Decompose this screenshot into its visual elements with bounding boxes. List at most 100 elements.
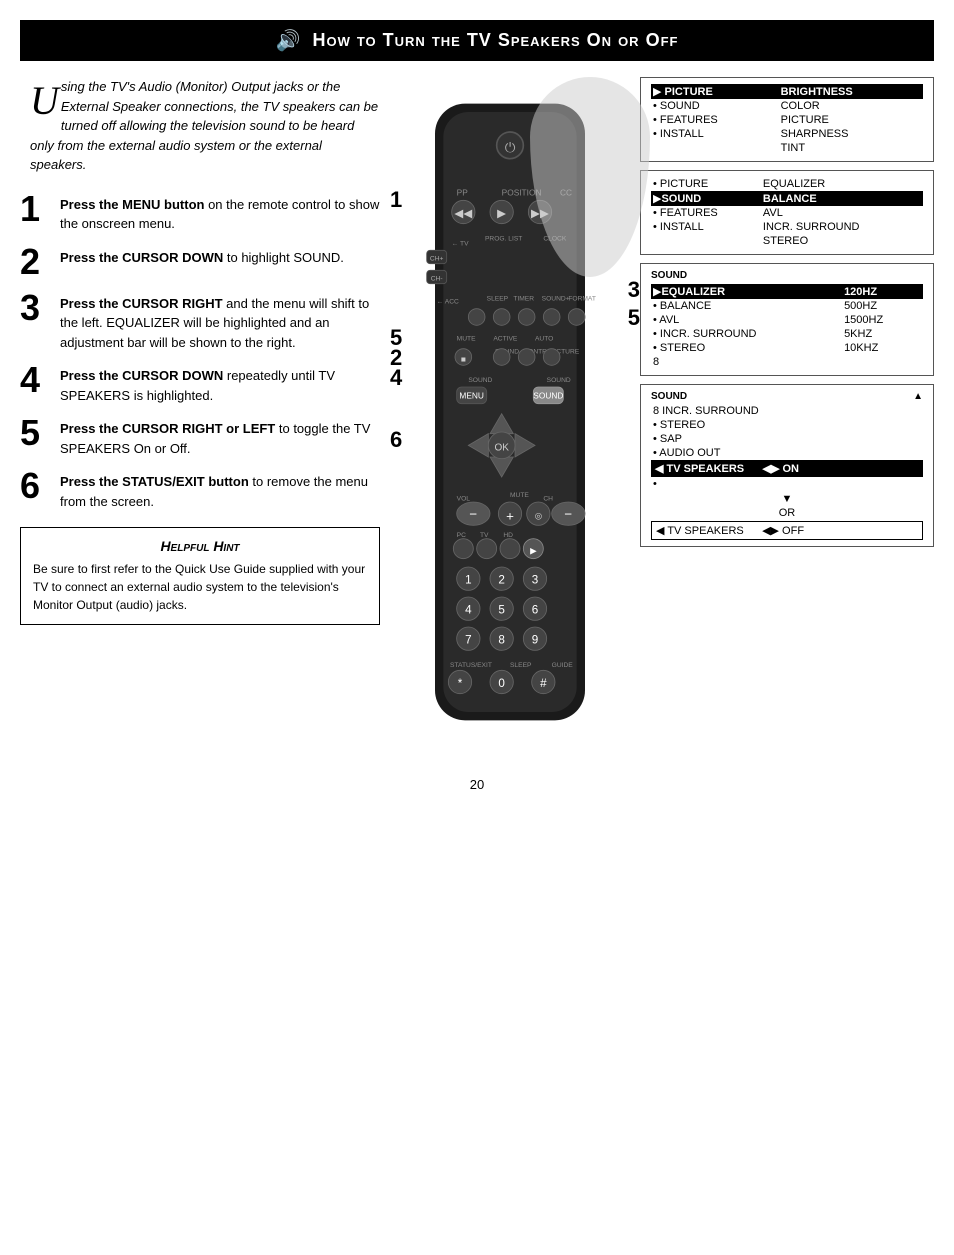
svg-text:SLEEP: SLEEP <box>487 295 509 302</box>
page-number: 20 <box>0 777 954 812</box>
menu-screen-2: • PICTURE EQUALIZER ▶SOUND BALANCE • FEA… <box>640 170 934 255</box>
menu-screen-4: SOUND ▲ 8 INCR. SURROUND • STEREO • SAP … <box>640 384 934 547</box>
step-label-6: 6 <box>390 427 402 453</box>
menu2-row-picture: • PICTURE EQUALIZER <box>651 177 923 191</box>
remote-control-section: ⏻ PP POSITION CC ◀◀ ▶ ▶▶ ← TV PROG. LIST… <box>390 77 630 757</box>
svg-text:CH+: CH+ <box>430 255 444 262</box>
hint-title: Helpful Hint <box>33 538 367 554</box>
step-1: 1 Press the MENU button on the remote co… <box>20 191 380 234</box>
svg-text:+: + <box>506 508 514 523</box>
svg-text:9: 9 <box>532 634 538 647</box>
svg-text:VOL: VOL <box>457 495 471 502</box>
svg-text:◎: ◎ <box>535 511 542 521</box>
remote-wrapper: ⏻ PP POSITION CC ◀◀ ▶ ▶▶ ← TV PROG. LIST… <box>410 87 610 757</box>
step-label-5b: 5 <box>628 305 640 331</box>
menu1-arrow-picture: ▶ <box>653 86 661 98</box>
svg-text:AUTO: AUTO <box>535 335 553 342</box>
right-column: ▶ PICTURE BRIGHTNESS • SOUND COLOR • FEA… <box>630 77 934 757</box>
svg-text:PP: PP <box>457 187 469 197</box>
steps-list: 1 Press the MENU button on the remote co… <box>20 191 380 512</box>
page-header: 🔊 How to Turn the TV Speakers On or Off <box>20 20 934 61</box>
menu2-row-sound: ▶SOUND BALANCE <box>651 191 923 206</box>
intro-paragraph: Using the TV's Audio (Monitor) Output ja… <box>20 77 380 175</box>
step-label-3: 3 <box>628 277 640 303</box>
svg-text:0: 0 <box>498 677 505 690</box>
svg-text:7: 7 <box>465 634 471 647</box>
svg-text:TV: TV <box>480 532 489 539</box>
menu1-row-picture: ▶ PICTURE BRIGHTNESS <box>651 84 923 99</box>
svg-text:TIMER: TIMER <box>513 295 534 302</box>
svg-text:FORMAT: FORMAT <box>568 295 596 302</box>
left-column: Using the TV's Audio (Monitor) Output ja… <box>20 77 390 757</box>
menu2-row-features: • FEATURES AVL <box>651 206 923 220</box>
page-title: How to Turn the TV Speakers On or Off <box>312 30 678 51</box>
svg-text:CH-: CH- <box>431 275 443 282</box>
menu4-arrow-down: ▼ <box>651 493 923 505</box>
svg-text:CH: CH <box>543 495 553 502</box>
menu4-row-tv-speakers-off: ◀ TV SPEAKERS ◀▶ OFF <box>652 522 923 540</box>
menu1-row-tint: TINT <box>651 141 923 155</box>
menu3-row-equalizer: ▶EQUALIZER 120HZ <box>651 284 923 299</box>
svg-text:ACTIVE: ACTIVE <box>493 335 518 342</box>
menu3-row-incr-surround: • INCR. SURROUND 5KHZ <box>651 327 923 341</box>
svg-text:#: # <box>540 677 547 690</box>
svg-text:1: 1 <box>465 574 471 587</box>
svg-text:← TV: ← TV <box>452 240 469 247</box>
menu4-or: OR <box>651 507 923 519</box>
svg-text:GUIDE: GUIDE <box>552 662 574 669</box>
svg-text:OK: OK <box>494 442 509 453</box>
drop-cap: U <box>30 81 59 121</box>
svg-text:SOUND: SOUND <box>533 391 563 401</box>
svg-text:◀◀: ◀◀ <box>454 207 473 220</box>
svg-text:▶: ▶ <box>497 207 507 220</box>
menu1-row-features: • FEATURES PICTURE <box>651 113 923 127</box>
step-6: 6 Press the STATUS/EXIT button to remove… <box>20 468 380 511</box>
menu3-row-avl: • AVL 1500HZ <box>651 313 923 327</box>
speaker-icon: 🔊 <box>276 28 301 53</box>
svg-text:HD: HD <box>503 532 513 539</box>
menu4-row-tv-speakers-on: ◀ TV SPEAKERS ◀▶ ON <box>651 460 923 477</box>
menu3-header: SOUND <box>651 270 923 281</box>
step-4: 4 Press the CURSOR DOWN repeatedly until… <box>20 362 380 405</box>
svg-text:SOUND: SOUND <box>468 377 492 384</box>
menu4-row-stereo: • STEREO <box>651 418 923 432</box>
step-label-1: 1 <box>390 187 402 213</box>
menu-screen-3: SOUND ▶EQUALIZER 120HZ • BALANCE 500HZ •… <box>640 263 934 376</box>
svg-text:▶: ▶ <box>530 546 537 556</box>
step-3: 3 Press the CURSOR RIGHT and the menu wi… <box>20 290 380 353</box>
menu2-row-stereo: STEREO <box>651 234 923 248</box>
svg-text:SOUND: SOUND <box>547 377 571 384</box>
step-5: 5 Press the CURSOR RIGHT or LEFT to togg… <box>20 415 380 458</box>
hint-box: Helpful Hint Be sure to first refer to t… <box>20 527 380 625</box>
svg-text:⏻: ⏻ <box>505 140 516 155</box>
menu4-row-sap: • SAP <box>651 432 923 446</box>
menu3-row-balance: • BALANCE 500HZ <box>651 299 923 313</box>
svg-text:SLEEP: SLEEP <box>510 662 532 669</box>
svg-text:PC: PC <box>457 532 466 539</box>
svg-text:5: 5 <box>498 604 504 617</box>
menu4-row-incr-surround: 8 INCR. SURROUND <box>651 404 923 418</box>
menu2-row-install: • INSTALL INCR. SURROUND <box>651 220 923 234</box>
svg-text:MUTE: MUTE <box>510 492 529 499</box>
svg-text:2: 2 <box>498 574 504 587</box>
svg-text:−: − <box>469 507 477 522</box>
hint-text: Be sure to first refer to the Quick Use … <box>33 560 367 614</box>
svg-text:← ACC: ← ACC <box>437 299 459 306</box>
svg-text:MENU: MENU <box>459 391 484 401</box>
svg-text:6: 6 <box>532 604 538 617</box>
svg-text:STATUS/EXIT: STATUS/EXIT <box>450 662 492 669</box>
svg-text:PROG. LIST: PROG. LIST <box>485 235 522 242</box>
svg-text:3: 3 <box>532 574 538 587</box>
menu4-header: SOUND ▲ <box>651 391 923 402</box>
menu4-row-bullet: • <box>651 477 923 491</box>
step-label-4: 4 <box>390 365 402 391</box>
svg-text:SOUND+: SOUND+ <box>542 295 570 302</box>
menu3-row-8: 8 <box>651 355 923 369</box>
menu3-row-stereo: • STEREO 10KHZ <box>651 341 923 355</box>
menu-screen-1: ▶ PICTURE BRIGHTNESS • SOUND COLOR • FEA… <box>640 77 934 162</box>
svg-text:*: * <box>458 677 463 690</box>
menu1-row-sound: • SOUND COLOR <box>651 99 923 113</box>
menu1-row-install: • INSTALL SHARPNESS <box>651 127 923 141</box>
svg-text:MUTE: MUTE <box>457 335 476 342</box>
step-2: 2 Press the CURSOR DOWN to highlight SOU… <box>20 244 380 280</box>
